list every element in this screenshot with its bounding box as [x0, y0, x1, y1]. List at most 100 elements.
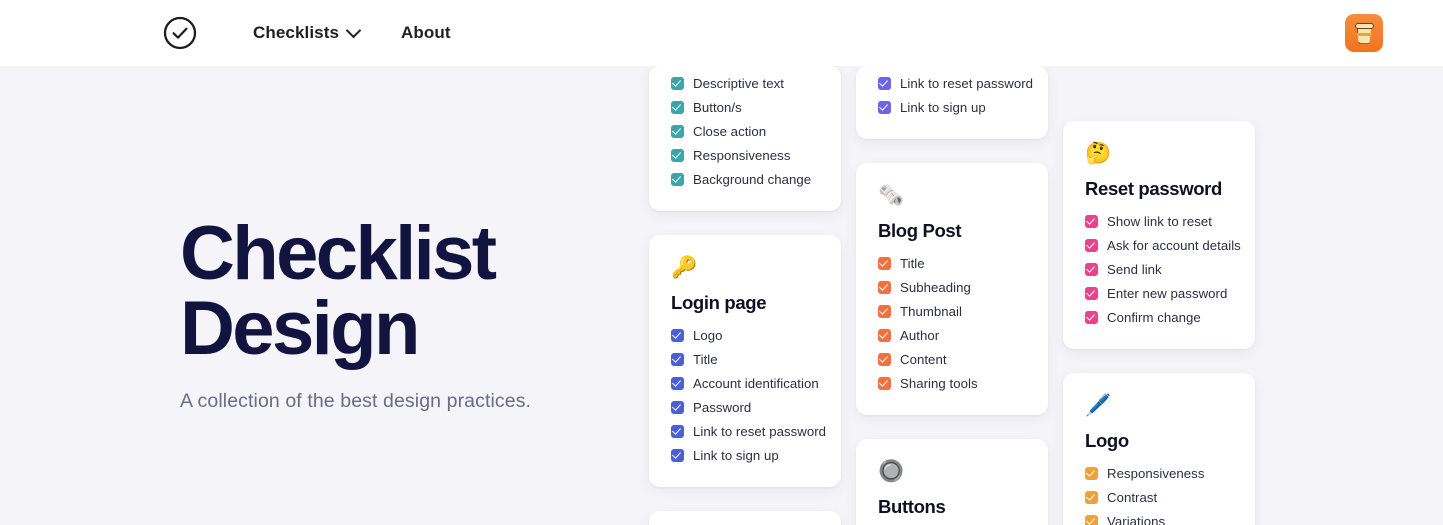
checkbox-checked-icon[interactable]	[1085, 311, 1098, 324]
checklist-item-label: Link to reset password	[900, 76, 1034, 91]
column-2: Link to reset password Link to sign up 🗞️ B…	[856, 66, 1048, 525]
checklist-item[interactable]: Close action	[671, 124, 819, 139]
checklist-item-label: Background change	[693, 172, 812, 187]
checklist-item-label: Close action	[693, 124, 767, 139]
dark-circle-card[interactable]: 🔵	[649, 511, 841, 525]
signup-card[interactable]: Link to reset password Link to sign up	[856, 66, 1048, 139]
page-title-line-1: Checklist	[180, 211, 497, 296]
site-header: Checklists About	[0, 0, 1443, 66]
checklist-item[interactable]: Account identification	[671, 376, 819, 391]
checklist-item[interactable]: Confirm change	[1085, 310, 1233, 325]
checklist-item-label: Author	[900, 328, 940, 343]
column-1: Descriptive text Button/s Close action Resp…	[649, 66, 841, 525]
checklist-item[interactable]: Password	[671, 400, 819, 415]
checkbox-checked-icon[interactable]	[671, 101, 684, 114]
checkbox-checked-icon[interactable]	[671, 353, 684, 366]
login-page-card[interactable]: 🔑 Login page Logo Title Account identificati…	[649, 235, 841, 487]
checklist-item[interactable]: Background change	[671, 172, 819, 187]
checklist-item-label: Responsiveness	[693, 148, 791, 163]
checklist-item[interactable]: Content	[878, 352, 1026, 367]
checkbox-checked-icon[interactable]	[1085, 515, 1098, 525]
blog-post-card[interactable]: 🗞️ Blog Post Title Subheading Thumbnail Autho…	[856, 163, 1048, 415]
checklist-item[interactable]: Link to reset password	[878, 76, 1033, 91]
card-title: Buttons	[878, 496, 946, 517]
checklist-item[interactable]: Enter new password	[1085, 286, 1233, 301]
checklist-item[interactable]: Logo	[671, 328, 819, 343]
page-subtitle: A collection of the best design practice…	[180, 390, 532, 413]
logo-card[interactable]: 🖊️LogoResponsivenessContrastVariationsUs…	[1063, 373, 1255, 525]
checklist-item-label: Title	[693, 352, 718, 367]
buttons-card[interactable]: 🔘ButtonsStyles	[856, 439, 1048, 525]
coffee-cup-icon	[1354, 22, 1374, 44]
checklist-item-label: Link to sign up	[900, 100, 986, 115]
checklist-card-grid: Descriptive text Button/s Close action Resp…	[649, 66, 1255, 525]
checkbox-checked-icon[interactable]	[1085, 239, 1098, 252]
nav-item-about[interactable]: About	[401, 23, 451, 43]
checkbox-checked-icon[interactable]	[671, 425, 684, 438]
checklist-item-label: Show link to reset	[1107, 214, 1212, 229]
checklist-item[interactable]: Responsiveness	[1085, 466, 1233, 481]
checklist-item[interactable]: Send link	[1085, 262, 1233, 277]
checkbox-checked-icon[interactable]	[1085, 287, 1098, 300]
check-circle-icon[interactable]	[163, 16, 197, 50]
checklist-item[interactable]: Link to sign up	[671, 448, 819, 463]
checklist-item-label: Responsiveness	[1107, 466, 1205, 481]
checklist-item[interactable]: Thumbnail	[878, 304, 1026, 319]
checkbox-checked-icon[interactable]	[671, 77, 684, 90]
checkbox-checked-icon[interactable]	[878, 329, 891, 342]
buy-me-a-coffee-button[interactable]	[1345, 14, 1383, 52]
checklist-item[interactable]: Contrast	[1085, 490, 1233, 505]
hero-section: Checklist Design A collection of the bes…	[180, 216, 610, 413]
checklist-item-label: Send link	[1107, 262, 1162, 277]
nav-item-checklists[interactable]: Checklists	[253, 22, 362, 43]
checklist-item[interactable]: Show link to reset	[1085, 214, 1233, 229]
primary-nav: Checklists About	[253, 22, 451, 43]
checkbox-checked-icon[interactable]	[671, 329, 684, 342]
checklist-item-label: Content	[900, 352, 947, 367]
checklist-item-label: Account identification	[693, 376, 819, 391]
checklist-item[interactable]: Title	[671, 352, 819, 367]
modal-card[interactable]: Descriptive text Button/s Close action Resp…	[649, 66, 841, 211]
checklist-item[interactable]: Sharing tools	[878, 376, 1026, 391]
checkbox-checked-icon[interactable]	[671, 377, 684, 390]
checklist-item-label: Thumbnail	[900, 304, 963, 319]
card-title: Reset password	[1085, 178, 1222, 199]
checkbox-checked-icon[interactable]	[1085, 467, 1098, 480]
checklist-item[interactable]: Descriptive text	[671, 76, 819, 91]
checkbox-checked-icon[interactable]	[878, 377, 891, 390]
checkbox-checked-icon[interactable]	[671, 449, 684, 462]
card-title: Login page	[671, 292, 767, 313]
checklist-item-label: Confirm change	[1107, 310, 1201, 325]
checkbox-checked-icon[interactable]	[1085, 215, 1098, 228]
checkbox-checked-icon[interactable]	[878, 101, 891, 114]
checklist-item[interactable]: Title	[878, 256, 1026, 271]
checklist-item[interactable]: Responsiveness	[671, 148, 819, 163]
checklist-item-label: Contrast	[1107, 490, 1158, 505]
checkbox-checked-icon[interactable]	[671, 125, 684, 138]
checkbox-checked-icon[interactable]	[671, 401, 684, 414]
checkbox-checked-icon[interactable]	[671, 149, 684, 162]
checklist-item[interactable]: Button/s	[671, 100, 819, 115]
checklist-item[interactable]: Variations	[1085, 514, 1233, 525]
pen-icon: 🖊️	[1085, 394, 1112, 417]
checkbox-checked-icon[interactable]	[671, 173, 684, 186]
checklist-item[interactable]: Link to sign up	[878, 100, 1026, 115]
checklist-item[interactable]: Subheading	[878, 280, 1026, 295]
column-3: 🤔 Reset password Show link to reset Ask for…	[1063, 66, 1255, 525]
checkbox-checked-icon[interactable]	[1085, 491, 1098, 504]
nav-item-checklists-label: Checklists	[253, 23, 340, 42]
card-title: Blog Post	[878, 220, 962, 241]
page-body: Checklist Design A collection of the bes…	[0, 66, 1443, 525]
checkbox-checked-icon[interactable]	[1085, 263, 1098, 276]
checklist-item[interactable]: Author	[878, 328, 1026, 343]
checkbox-checked-icon[interactable]	[878, 257, 891, 270]
checkbox-checked-icon[interactable]	[878, 353, 891, 366]
checkbox-checked-icon[interactable]	[878, 77, 891, 90]
key-icon: 🔑	[671, 256, 698, 279]
checklist-item[interactable]: Link to reset password	[671, 424, 826, 439]
checklist-item-label: Password	[693, 400, 752, 415]
reset-password-card[interactable]: 🤔 Reset password Show link to reset Ask for…	[1063, 121, 1255, 349]
checkbox-checked-icon[interactable]	[878, 305, 891, 318]
checkbox-checked-icon[interactable]	[878, 281, 891, 294]
checklist-item[interactable]: Ask for account details	[1085, 238, 1241, 253]
